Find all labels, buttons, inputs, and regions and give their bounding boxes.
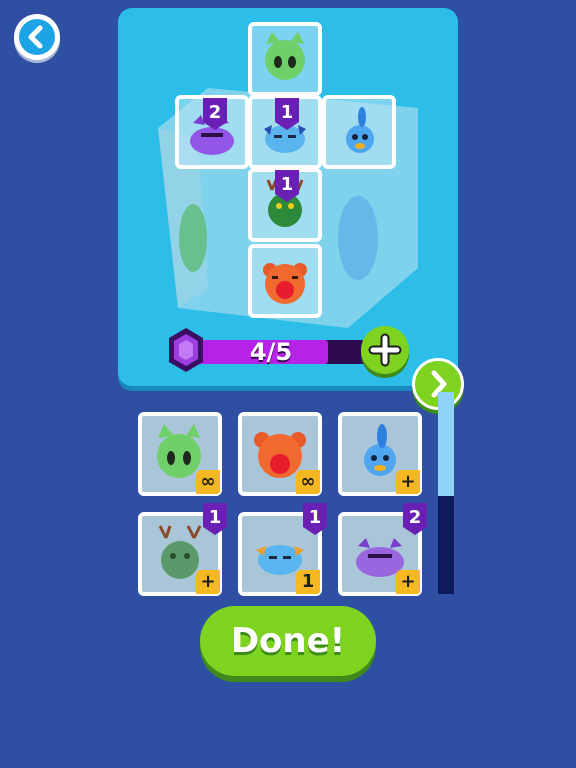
level-badge: 1 <box>272 98 302 130</box>
inventory-scrollbar-thumb[interactable] <box>438 392 454 496</box>
plus-icon <box>368 333 402 367</box>
done-button-label: Done! <box>230 621 346 661</box>
level-badge: 1 <box>300 503 330 535</box>
count-badge: + <box>196 570 220 594</box>
count-badge: ∞ <box>196 470 220 494</box>
done-button[interactable]: Done! <box>200 606 376 676</box>
level-badge: 1 <box>272 170 302 202</box>
chevron-left-icon <box>19 19 55 55</box>
inventory-slot[interactable]: + <box>338 412 422 496</box>
red-bear-monster-icon <box>263 263 307 304</box>
inventory-slot[interactable]: ∞ <box>238 412 322 496</box>
purple-gem-icon <box>169 328 203 372</box>
count-badge: + <box>396 470 420 494</box>
count-badge: 1 <box>296 570 320 594</box>
dice-face-tile[interactable] <box>322 95 396 169</box>
dice-face-tile[interactable] <box>248 244 322 318</box>
level-badge: 2 <box>400 503 430 535</box>
add-energy-button[interactable] <box>361 326 409 374</box>
green-cat-monster-icon <box>265 32 305 80</box>
blue-bird-monster-icon <box>346 107 374 153</box>
dice-face-tile[interactable] <box>248 22 322 96</box>
level-badge: 2 <box>200 98 230 130</box>
level-badge: 1 <box>200 503 230 535</box>
back-button[interactable] <box>14 14 60 60</box>
inventory-slot[interactable]: ∞ <box>138 412 222 496</box>
count-badge: ∞ <box>296 470 320 494</box>
count-badge: + <box>396 570 420 594</box>
